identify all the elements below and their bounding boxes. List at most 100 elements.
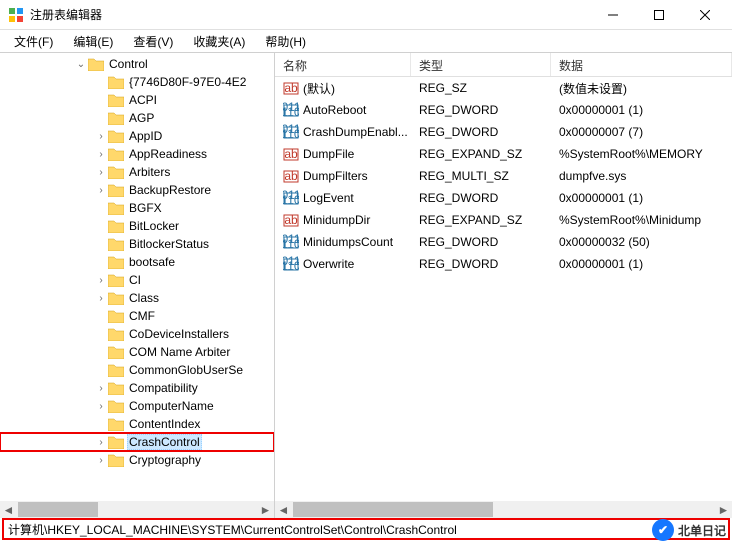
list-pane: 名称 类型 数据 ab(默认)REG_SZ(数值未设置)011110AutoRe… — [275, 53, 732, 518]
scroll-right-icon[interactable]: ► — [715, 501, 732, 518]
minimize-button[interactable] — [590, 0, 636, 30]
tree-label: Class — [127, 291, 161, 305]
cell-data: %SystemRoot%\MEMORY — [551, 147, 732, 161]
svg-text:ab: ab — [284, 147, 298, 161]
tree-scrollbar-h[interactable]: ◄ ► — [0, 501, 274, 518]
folder-icon — [108, 291, 124, 305]
list-row[interactable]: abDumpFiltersREG_MULTI_SZdumpfve.sys — [275, 165, 732, 187]
close-button[interactable] — [682, 0, 728, 30]
value-icon: 011110 — [283, 256, 299, 272]
tree-item[interactable]: CMF — [0, 307, 274, 325]
folder-icon — [108, 435, 124, 449]
column-type[interactable]: 类型 — [411, 53, 551, 76]
expand-icon[interactable]: › — [94, 185, 108, 196]
expand-icon[interactable]: › — [94, 401, 108, 412]
folder-icon — [108, 363, 124, 377]
tree-item[interactable]: BGFX — [0, 199, 274, 217]
list-row[interactable]: ab(默认)REG_SZ(数值未设置) — [275, 77, 732, 99]
tree-label: AppReadiness — [127, 147, 209, 161]
svg-text:ab: ab — [284, 169, 298, 183]
tree-item[interactable]: CoDeviceInstallers — [0, 325, 274, 343]
tree-item[interactable]: COM Name Arbiter — [0, 343, 274, 361]
tree-item[interactable]: › ComputerName — [0, 397, 274, 415]
expand-icon[interactable]: › — [94, 383, 108, 394]
tree-item[interactable]: CommonGlobUserSe — [0, 361, 274, 379]
value-icon: 011110 — [283, 124, 299, 140]
scroll-left-icon[interactable]: ◄ — [275, 501, 292, 518]
cell-name: abMinidumpDir — [275, 212, 411, 228]
cell-data: 0x00000001 (1) — [551, 103, 732, 117]
tree-item[interactable]: BitLocker — [0, 217, 274, 235]
tree-item[interactable]: ACPI — [0, 91, 274, 109]
scroll-right-icon[interactable]: ► — [257, 501, 274, 518]
tree-item[interactable]: › BackupRestore — [0, 181, 274, 199]
tree-label: Control — [107, 57, 150, 71]
tree-label: ComputerName — [127, 399, 216, 413]
menu-file[interactable]: 文件(F) — [4, 31, 63, 52]
tree-label: {7746D80F-97E0-4E2 — [127, 75, 248, 89]
menu-favorites[interactable]: 收藏夹(A) — [183, 31, 255, 52]
scroll-thumb[interactable] — [293, 502, 493, 517]
list-row[interactable]: 011110AutoRebootREG_DWORD0x00000001 (1) — [275, 99, 732, 121]
statusbar: 计算机\HKEY_LOCAL_MACHINE\SYSTEM\CurrentCon… — [2, 518, 730, 540]
tree-label: BGFX — [127, 201, 164, 215]
folder-icon — [108, 345, 124, 359]
tree-item[interactable]: ›Arbiters — [0, 163, 274, 181]
cell-type: REG_DWORD — [411, 103, 551, 117]
menu-edit[interactable]: 编辑(E) — [63, 31, 123, 52]
cell-name: 011110CrashDumpEnabl... — [275, 124, 411, 140]
list-row[interactable]: 011110OverwriteREG_DWORD0x00000001 (1) — [275, 253, 732, 275]
list-row[interactable]: 011110MinidumpsCountREG_DWORD0x00000032 … — [275, 231, 732, 253]
tree-item[interactable]: ›AppID — [0, 127, 274, 145]
cell-data: %SystemRoot%\Minidump — [551, 213, 732, 227]
cell-name: 011110MinidumpsCount — [275, 234, 411, 250]
cell-type: REG_DWORD — [411, 257, 551, 271]
expand-icon[interactable]: › — [94, 455, 108, 466]
expand-icon[interactable]: › — [94, 131, 108, 142]
scroll-left-icon[interactable]: ◄ — [0, 501, 17, 518]
collapse-icon[interactable]: ⌄ — [74, 59, 88, 70]
list-row[interactable]: abDumpFileREG_EXPAND_SZ%SystemRoot%\MEMO… — [275, 143, 732, 165]
column-data[interactable]: 数据 — [551, 53, 732, 76]
menu-view[interactable]: 查看(V) — [123, 31, 183, 52]
list-row[interactable]: 011110CrashDumpEnabl...REG_DWORD0x000000… — [275, 121, 732, 143]
tree-item[interactable]: › CI — [0, 271, 274, 289]
tree-item[interactable]: ContentIndex — [0, 415, 274, 433]
tree-label: CI — [127, 273, 143, 287]
list-row[interactable]: abMinidumpDirREG_EXPAND_SZ%SystemRoot%\M… — [275, 209, 732, 231]
cell-name: ab(默认) — [275, 80, 411, 97]
tree-item[interactable]: {7746D80F-97E0-4E2 — [0, 73, 274, 91]
tree-item[interactable]: ⌄ Control — [0, 55, 274, 73]
folder-icon — [108, 165, 124, 179]
tree-item[interactable]: ›Cryptography — [0, 451, 274, 469]
registry-tree[interactable]: ⌄ Control {7746D80F-97E0-4E2 ACPIAGP›AppI… — [0, 53, 274, 471]
expand-icon[interactable]: › — [94, 167, 108, 178]
tree-item[interactable]: › Class — [0, 289, 274, 307]
expand-icon[interactable]: › — [94, 275, 108, 286]
expand-icon[interactable]: › — [94, 437, 108, 448]
expand-icon[interactable]: › — [94, 149, 108, 160]
list-body: ab(默认)REG_SZ(数值未设置)011110AutoRebootREG_D… — [275, 77, 732, 275]
folder-icon — [108, 147, 124, 161]
list-scrollbar-h[interactable]: ◄ ► — [275, 501, 732, 518]
value-icon: ab — [283, 168, 299, 184]
scroll-thumb[interactable] — [18, 502, 98, 517]
tree-item[interactable]: AGP — [0, 109, 274, 127]
tree-label: BackupRestore — [127, 183, 213, 197]
folder-icon — [108, 273, 124, 287]
menu-help[interactable]: 帮助(H) — [255, 31, 316, 52]
list-row[interactable]: 011110LogEventREG_DWORD0x00000001 (1) — [275, 187, 732, 209]
svg-text:110: 110 — [283, 105, 299, 118]
cell-type: REG_DWORD — [411, 125, 551, 139]
expand-icon[interactable]: › — [94, 293, 108, 304]
watermark: ✔ 北单日记 — [652, 519, 726, 541]
tree-item[interactable]: ›Compatibility — [0, 379, 274, 397]
maximize-button[interactable] — [636, 0, 682, 30]
tree-item[interactable]: bootsafe — [0, 253, 274, 271]
tree-item[interactable]: BitlockerStatus — [0, 235, 274, 253]
tree-item[interactable]: › AppReadiness — [0, 145, 274, 163]
tree-item[interactable]: ›CrashControl — [0, 433, 274, 451]
cell-type: REG_SZ — [411, 81, 551, 95]
cell-type: REG_EXPAND_SZ — [411, 213, 551, 227]
column-name[interactable]: 名称 — [275, 53, 411, 76]
